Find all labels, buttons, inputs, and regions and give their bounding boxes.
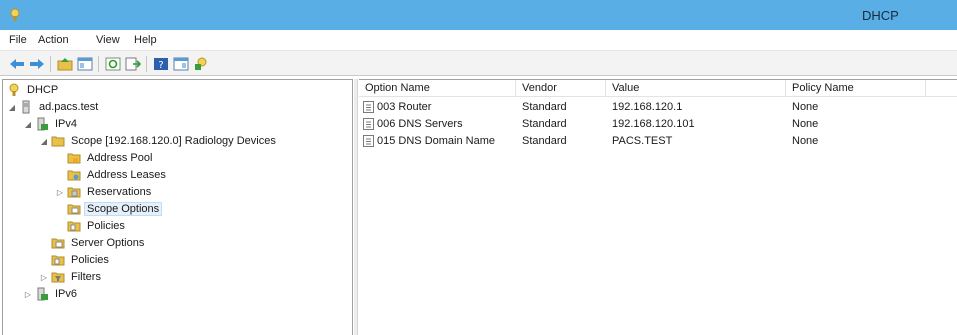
table-row[interactable]: 006 DNS Servers Standard 192.168.120.101… <box>359 116 957 132</box>
option-icon <box>363 101 374 113</box>
server-options-icon <box>51 238 65 249</box>
folder-icon <box>51 136 65 147</box>
menu-bar: File Action View Help <box>0 30 957 50</box>
console-tree[interactable]: DHCP ◢ ad.pacs.test ◢ IPv4 ◢ Scope [192.… <box>2 79 353 335</box>
option-icon <box>363 118 374 130</box>
address-leases-icon <box>67 170 81 181</box>
tree-item-policies[interactable]: Policies <box>49 252 111 268</box>
refresh-icon[interactable] <box>104 55 122 72</box>
expand-icon[interactable]: ▷ <box>55 184 65 200</box>
tree-item-ipv4[interactable]: ◢ IPv4 <box>23 116 79 132</box>
tree-item-ipv6[interactable]: ▷ IPv6 <box>23 286 79 302</box>
policy-name: None <box>792 135 819 147</box>
tree-item-scope-policies[interactable]: Policies <box>65 218 127 234</box>
policies-icon <box>51 255 65 266</box>
pane-splitter[interactable] <box>354 79 358 335</box>
column-header: Option Name Vendor Value Policy Name <box>359 80 957 97</box>
column-vendor[interactable]: Vendor <box>516 80 606 97</box>
help-icon[interactable]: ? <box>152 55 170 72</box>
collapse-icon[interactable]: ◢ <box>39 133 49 149</box>
tree-item-scope[interactable]: ◢ Scope [192.168.120.0] Radiology Device… <box>39 133 278 149</box>
column-policy-name[interactable]: Policy Name <box>786 80 926 97</box>
dhcp-icon <box>9 83 19 96</box>
vendor: Standard <box>522 101 567 113</box>
filters-icon <box>51 272 65 283</box>
menu-file[interactable]: File <box>9 34 27 46</box>
column-value[interactable]: Value <box>606 80 786 97</box>
tree-item-dhcp[interactable]: DHCP <box>5 82 60 98</box>
vendor: Standard <box>522 118 567 130</box>
forward-icon[interactable] <box>28 55 46 72</box>
svg-text:?: ? <box>158 60 163 71</box>
export-list-icon[interactable] <box>124 55 142 72</box>
ipv6-icon <box>37 287 48 301</box>
dhcp-server-icon[interactable] <box>192 55 210 72</box>
toolbar: ? <box>0 50 957 76</box>
properties-icon[interactable] <box>172 55 190 72</box>
back-icon[interactable] <box>8 55 26 72</box>
vendor: Standard <box>522 135 567 147</box>
menu-view[interactable]: View <box>96 34 120 46</box>
tree-item-filters[interactable]: ▷ Filters <box>39 269 103 285</box>
expand-icon[interactable]: ▷ <box>23 286 33 302</box>
up-folder-icon[interactable] <box>56 55 74 72</box>
tree-item-address-pool[interactable]: Address Pool <box>65 150 154 166</box>
menu-action[interactable]: Action <box>38 34 69 46</box>
value: 192.168.120.101 <box>612 118 695 130</box>
results-pane[interactable]: Option Name Vendor Value Policy Name 003… <box>359 79 957 335</box>
title-bar: DHCP <box>0 0 957 30</box>
window-title: DHCP <box>862 8 899 23</box>
tree-item-server-options[interactable]: Server Options <box>49 235 146 251</box>
show-tree-icon[interactable] <box>76 55 94 72</box>
tree-item-address-leases[interactable]: Address Leases <box>65 167 168 183</box>
collapse-icon[interactable]: ◢ <box>23 116 33 132</box>
ipv4-icon <box>37 117 48 131</box>
policy-name: None <box>792 118 819 130</box>
scope-options-icon <box>67 204 81 215</box>
tree-item-reservations[interactable]: ▷ Reservations <box>55 184 153 200</box>
table-row[interactable]: 003 Router Standard 192.168.120.1 None <box>359 99 957 115</box>
address-pool-icon <box>67 153 81 164</box>
option-name: 006 DNS Servers <box>377 118 463 130</box>
option-name: 015 DNS Domain Name <box>377 135 495 147</box>
policies-icon <box>67 221 81 232</box>
column-option-name[interactable]: Option Name <box>359 80 516 97</box>
value: PACS.TEST <box>612 135 673 147</box>
menu-help[interactable]: Help <box>134 34 157 46</box>
value: 192.168.120.1 <box>612 101 683 113</box>
policy-name: None <box>792 101 819 113</box>
reservations-icon <box>67 187 81 198</box>
option-icon <box>363 135 374 147</box>
server-icon <box>22 100 30 114</box>
table-row[interactable]: 015 DNS Domain Name Standard PACS.TEST N… <box>359 133 957 149</box>
dhcp-app-icon[interactable] <box>8 8 22 22</box>
tree-item-server[interactable]: ◢ ad.pacs.test <box>7 99 100 115</box>
tree-item-scope-options[interactable]: Scope Options <box>65 201 163 217</box>
collapse-icon[interactable]: ◢ <box>7 99 17 115</box>
expand-icon[interactable]: ▷ <box>39 269 49 285</box>
option-name: 003 Router <box>377 101 432 113</box>
